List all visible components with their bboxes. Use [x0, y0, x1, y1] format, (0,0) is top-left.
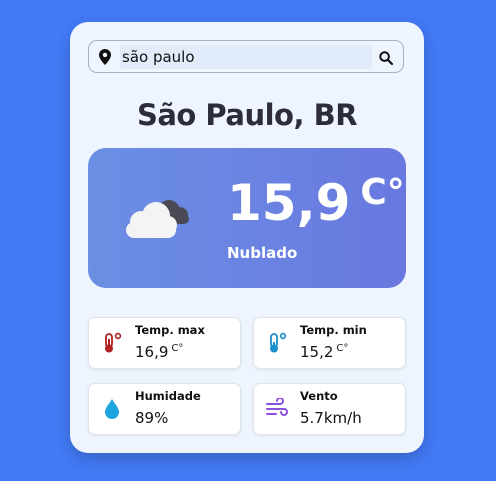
location-pin-icon [99, 49, 111, 69]
current-weather-panel: 15,9 C° Nublado [88, 148, 406, 288]
stat-humidity: Humidade 89% [88, 383, 241, 435]
temp-max-label: Temp. max [135, 323, 205, 337]
wind-value: 5.7km/h [300, 409, 362, 427]
stat-temp-min: Temp. min 15,2 C° [253, 317, 406, 369]
search-input[interactable] [120, 45, 372, 69]
temperature-unit: C° [360, 172, 405, 213]
temp-max-value: 16,9 C° [135, 343, 184, 361]
current-temperature: 15,9 C° [227, 175, 405, 229]
temp-min-label: Temp. min [300, 323, 367, 337]
wind-label: Vento [300, 389, 338, 403]
stat-temp-max: Temp. max 16,9 C° [88, 317, 241, 369]
weather-condition: Nublado [227, 244, 298, 262]
temp-min-value: 15,2 C° [300, 343, 349, 361]
thermometer-hot-icon [100, 332, 124, 358]
humidity-label: Humidade [135, 389, 201, 403]
city-title: São Paulo, BR [136, 98, 358, 132]
water-drop-icon [100, 398, 124, 424]
thermometer-cold-icon [265, 332, 289, 358]
search-icon[interactable] [379, 50, 394, 69]
search-field[interactable] [120, 45, 372, 69]
humidity-value: 89% [135, 409, 169, 427]
weather-card: São Paulo, BR 15,9C° Nublado T [70, 22, 424, 453]
wind-icon [265, 397, 289, 424]
stat-wind: Vento 5.7km/h [253, 383, 406, 435]
cloud-icon [122, 194, 194, 246]
search-bar [88, 40, 404, 73]
temperature-value: 15,9 [227, 174, 351, 232]
